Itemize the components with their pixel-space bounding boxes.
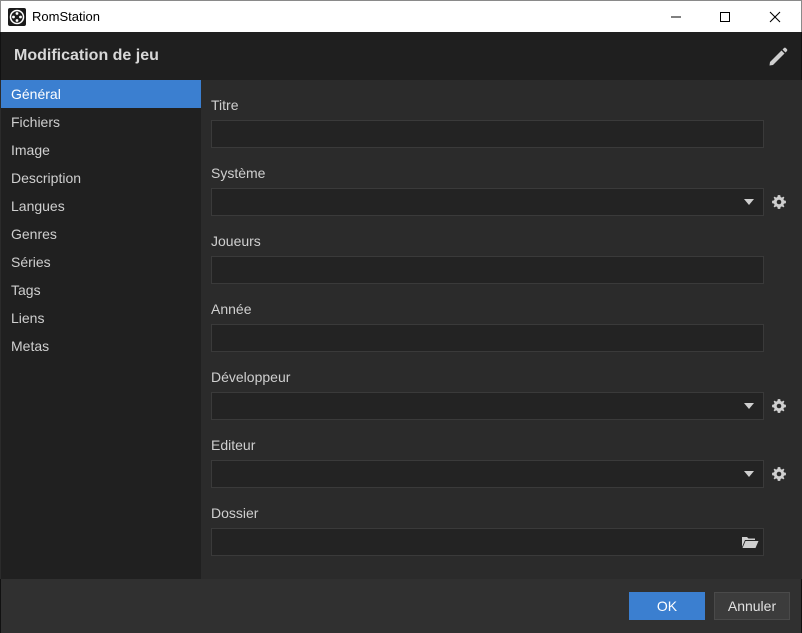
page-title: Modification de jeu: [14, 47, 159, 64]
developpeur-label: Développeur: [211, 369, 291, 385]
gear-icon[interactable]: [771, 466, 787, 482]
cancel-button[interactable]: Annuler: [714, 592, 790, 620]
dossier-input[interactable]: [212, 529, 763, 555]
minimize-button[interactable]: [651, 1, 701, 32]
ok-button[interactable]: OK: [629, 592, 705, 620]
sidebar-item-series[interactable]: Séries: [1, 248, 201, 276]
chevron-down-icon: [744, 471, 754, 477]
annee-field[interactable]: [211, 324, 764, 352]
joueurs-field[interactable]: [211, 256, 764, 284]
maximize-icon: [720, 11, 730, 22]
romstation-logo-icon: [8, 8, 26, 26]
chevron-down-icon: [744, 403, 754, 409]
sidebar-item-genres[interactable]: Genres: [1, 220, 201, 248]
general-form: Titre Système Joueurs Année Développeur …: [201, 80, 801, 579]
sidebar-item-image[interactable]: Image: [1, 136, 201, 164]
annee-label: Année: [211, 301, 252, 317]
sidebar-item-fichiers[interactable]: Fichiers: [1, 108, 201, 136]
sidebar-item-description[interactable]: Description: [1, 164, 201, 192]
systeme-label: Système: [211, 165, 266, 181]
annee-input[interactable]: [212, 325, 763, 351]
dialog-header: Modification de jeu: [0, 32, 802, 80]
sidebar: Général Fichiers Image Description Langu…: [1, 80, 201, 579]
sidebar-item-langues[interactable]: Langues: [1, 192, 201, 220]
titre-field[interactable]: [211, 120, 764, 148]
close-button[interactable]: [750, 1, 800, 32]
editeur-select[interactable]: [211, 460, 764, 488]
gear-icon[interactable]: [771, 194, 787, 210]
joueurs-input[interactable]: [212, 257, 763, 283]
gear-icon[interactable]: [771, 398, 787, 414]
maximize-button[interactable]: [700, 1, 750, 32]
folder-open-icon[interactable]: [741, 535, 759, 549]
sidebar-item-general[interactable]: Général: [1, 80, 201, 108]
pencil-icon[interactable]: [767, 46, 789, 68]
sidebar-item-tags[interactable]: Tags: [1, 276, 201, 304]
joueurs-label: Joueurs: [211, 233, 261, 249]
systeme-select[interactable]: [211, 188, 764, 216]
dossier-label: Dossier: [211, 505, 259, 521]
editeur-label: Editeur: [211, 437, 256, 453]
sidebar-item-metas[interactable]: Metas: [1, 332, 201, 360]
developpeur-select[interactable]: [211, 392, 764, 420]
window-title: RomStation: [32, 9, 100, 24]
close-icon: [769, 11, 781, 22]
dialog-footer: OK Annuler: [0, 579, 802, 633]
titre-input[interactable]: [212, 121, 763, 147]
titre-label: Titre: [211, 97, 239, 113]
window-titlebar[interactable]: RomStation: [0, 0, 802, 32]
minimize-icon: [671, 16, 681, 17]
sidebar-item-liens[interactable]: Liens: [1, 304, 201, 332]
dossier-field[interactable]: [211, 528, 764, 556]
chevron-down-icon: [744, 199, 754, 205]
